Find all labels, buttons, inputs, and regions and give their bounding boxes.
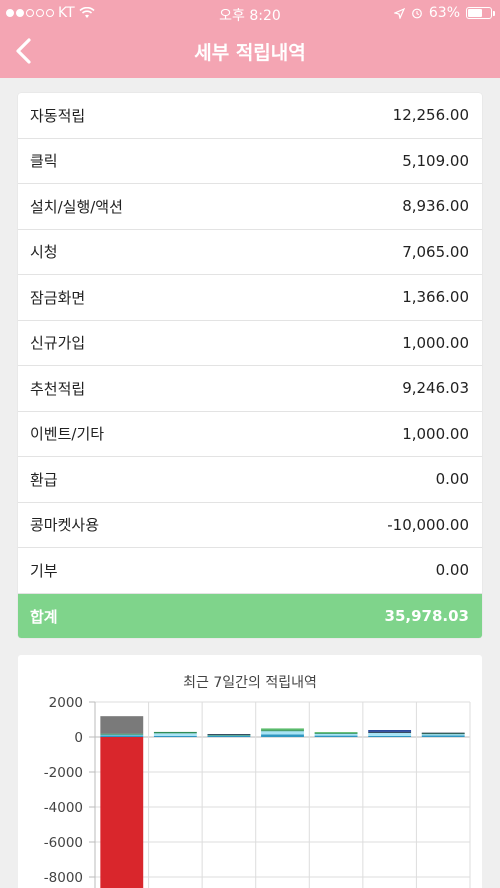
breakdown-row: 클릭 5,109.00 [18,139,482,184]
total-label: 합계 [30,607,58,626]
page-title: 세부 적립내역 [194,42,306,64]
row-label: 추천적립 [30,379,86,398]
alarm-icon [411,8,422,19]
y-tick-label: 0 [74,730,83,746]
breakdown-row: 설치/실행/액션 8,936.00 [18,184,482,230]
chart-bar [261,728,304,731]
row-value: 0.00 [435,561,469,580]
row-value: 1,000.00 [402,424,469,443]
chart-title: 최근 7일간의 적립내역 [183,675,317,691]
chart-bar [314,735,358,737]
location-icon [393,7,405,19]
chart-bar [421,735,465,737]
chart-bar [153,735,197,737]
chart-bar [368,735,412,737]
row-label: 시청 [30,243,58,262]
breakdown-row: 추천적립 9,246.03 [18,366,482,412]
breakdown-row: 콩마켓사용 -10,000.00 [18,503,482,548]
row-label: 이벤트/기타 [30,425,105,444]
breakdown-row: 자동적립 12,256.00 [18,93,482,139]
row-value: 0.00 [435,470,469,489]
row-label: 잠금화면 [30,288,86,307]
chart-bar [368,731,412,733]
y-tick-label: -8000 [44,870,83,886]
row-value: 1,366.00 [402,288,469,307]
y-tick-label: -6000 [44,835,83,851]
weekly-points-chart: 최근 7일간의 적립내역 2000 0 -2000 -4000 -6000 -8000 [44,675,471,888]
row-label: 신규가입 [30,334,86,353]
weekly-chart-card: 최근 7일간의 적립내역 2000 0 -2000 -4000 -6000 -8000 [18,655,482,888]
row-value: 5,109.00 [402,151,469,170]
row-label: 기부 [30,561,58,580]
chart-bar [314,733,358,736]
chart-bar [153,733,197,736]
row-value: 1,000.00 [402,333,469,352]
chart-bar [100,716,144,734]
chart-bar [261,734,304,737]
chart-bar [368,730,412,732]
chart-bar [261,730,304,735]
y-tick-label: 2000 [49,695,83,711]
breakdown-row: 신규가입 1,000.00 [18,321,482,366]
battery-icon [466,7,495,19]
chart-bar [261,730,304,732]
chart-bar [100,733,144,735]
row-label: 환급 [30,470,58,489]
chart-bar [100,737,144,888]
total-row: 합계 35,978.03 [18,593,482,638]
chart-bar [207,734,251,736]
row-value: -10,000.00 [387,515,469,534]
chart-bar [314,732,358,734]
chart-bar [368,732,412,736]
row-value: 9,246.03 [402,379,469,398]
breakdown-row: 환급 0.00 [18,457,482,503]
row-label: 설치/실행/액션 [30,197,123,216]
chart-bar [153,731,197,734]
row-value: 12,256.00 [392,106,469,125]
breakdown-row: 시청 7,065.00 [18,230,482,275]
y-tick-label: -4000 [44,800,83,816]
battery-percent: 63% [428,5,460,21]
total-value: 35,978.03 [384,607,469,626]
breakdown-row: 잠금화면 1,366.00 [18,275,482,321]
row-label: 클릭 [30,152,58,171]
row-label: 자동적립 [30,106,86,125]
breakdown-row: 이벤트/기타 1,000.00 [18,412,482,457]
y-tick-label: -2000 [44,765,83,781]
row-label: 콩마켓사용 [30,516,100,535]
row-value: 7,065.00 [402,242,469,261]
breakdown-row: 기부 0.00 [18,548,482,594]
status-bar: KT 오후 8:20 63% [0,0,500,26]
points-breakdown-card: 자동적립 12,256.00 클릭 5,109.00 설치/실행/액션 8,936.00 시… [18,93,482,638]
status-right: 63% [393,5,495,21]
chart-bar [100,735,144,737]
row-value: 8,936.00 [402,197,469,216]
chart-bar [421,732,465,734]
